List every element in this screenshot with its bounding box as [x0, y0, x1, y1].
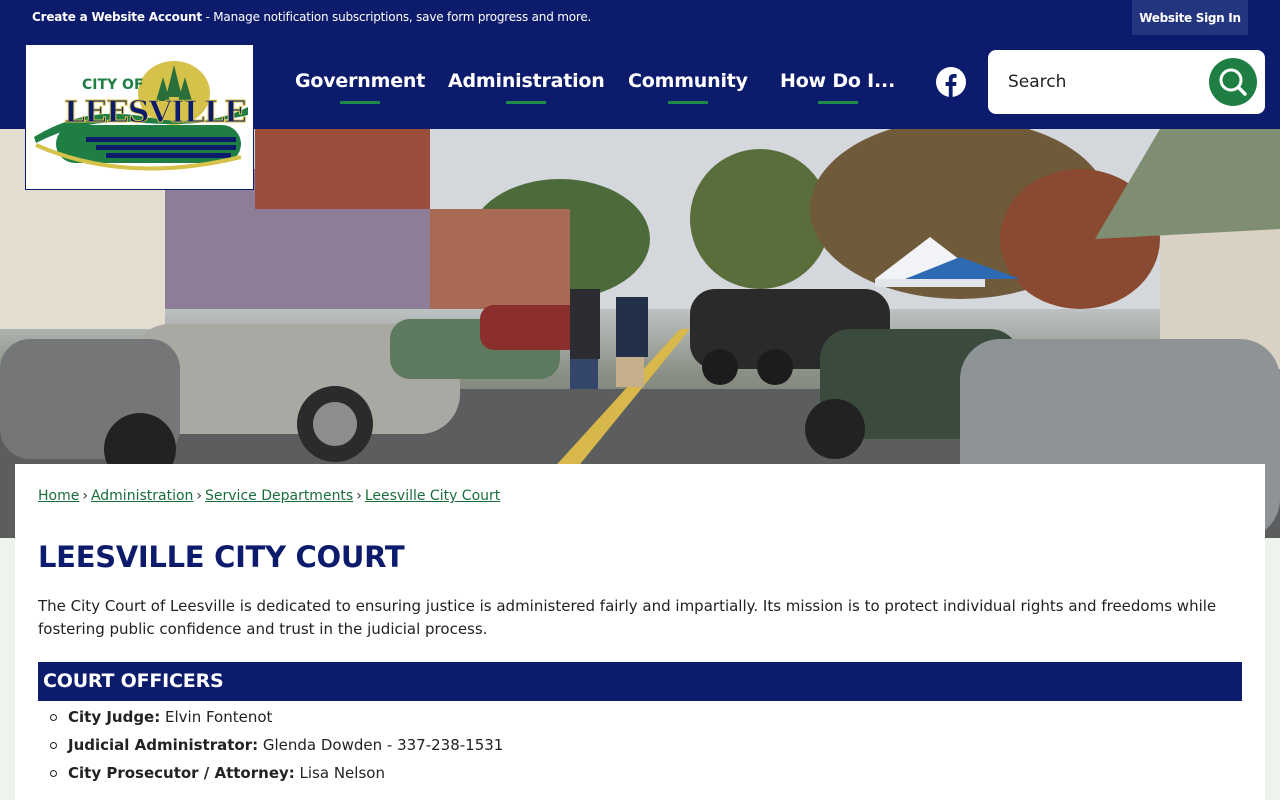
create-account-message[interactable]: Create a Website Account - Manage notifi… — [32, 10, 591, 24]
nav-community-label: Community — [628, 70, 748, 92]
list-item: City Judge: Elvin Fontenot — [50, 706, 503, 734]
officer-value: Lisa Nelson — [294, 764, 385, 782]
nav-how-do-i[interactable]: How Do I... — [780, 70, 896, 104]
list-item: Judicial Administrator: Glenda Dowden - … — [50, 734, 503, 762]
bullet-icon — [50, 770, 57, 777]
site-search[interactable]: Search — [988, 50, 1265, 114]
utility-bar: Create a Website Account - Manage notifi… — [0, 0, 1280, 36]
bullet-icon — [50, 742, 57, 749]
court-officers-heading: COURT OFFICERS — [38, 662, 1242, 701]
nav-community[interactable]: Community — [628, 70, 748, 104]
nav-government-label: Government — [295, 70, 426, 92]
officer-role: City Prosecutor / Attorney: — [68, 764, 295, 782]
page-title: LEESVILLE CITY COURT — [38, 540, 405, 574]
city-logo[interactable]: CITY OF LEESVILLE — [25, 44, 254, 190]
search-input[interactable]: Search — [1008, 72, 1066, 92]
breadcrumb-service-departments[interactable]: Service Departments — [205, 488, 353, 504]
nav-underline — [340, 101, 381, 104]
breadcrumb-leesville-city-court[interactable]: Leesville City Court — [365, 488, 500, 504]
search-button[interactable] — [1209, 58, 1257, 106]
search-icon — [1219, 68, 1247, 96]
breadcrumb-home[interactable]: Home — [38, 488, 79, 504]
breadcrumb-separator: › — [196, 488, 203, 504]
bullet-icon — [50, 714, 57, 721]
breadcrumb-separator: › — [356, 488, 362, 504]
nav-administration-label: Administration — [448, 70, 605, 92]
nav-how-do-i-label: How Do I... — [780, 70, 896, 92]
officer-value: Elvin Fontenot — [160, 708, 273, 726]
facebook-icon[interactable] — [935, 66, 967, 98]
officer-value: Glenda Dowden - 337-238-1531 — [258, 736, 504, 754]
page-intro: The City Court of Leesville is dedicated… — [38, 597, 1217, 638]
logo-city-name: LEESVILLE — [64, 95, 248, 131]
nav-underline — [506, 101, 547, 104]
nav-underline — [817, 101, 858, 104]
court-officers-list: City Judge: Elvin Fontenot Judicial Admi… — [50, 706, 503, 790]
list-item: City Prosecutor / Attorney: Lisa Nelson — [50, 762, 503, 790]
breadcrumb-administration[interactable]: Administration — [91, 488, 193, 504]
create-account-link[interactable]: Create a Website Account — [32, 10, 202, 24]
breadcrumb: Home › Administration › Service Departments ›… — [38, 488, 500, 504]
officer-role: City Judge: — [68, 708, 161, 726]
nav-administration[interactable]: Administration — [448, 70, 605, 104]
website-sign-in-button[interactable]: Website Sign In — [1132, 0, 1248, 35]
create-account-description: - Manage notification subscriptions, sav… — [201, 10, 592, 24]
logo-city-of-text: CITY OF — [82, 77, 144, 93]
nav-underline — [667, 101, 708, 104]
officer-role: Judicial Administrator: — [68, 736, 259, 754]
breadcrumb-separator: › — [82, 488, 88, 504]
nav-government[interactable]: Government — [295, 70, 426, 104]
